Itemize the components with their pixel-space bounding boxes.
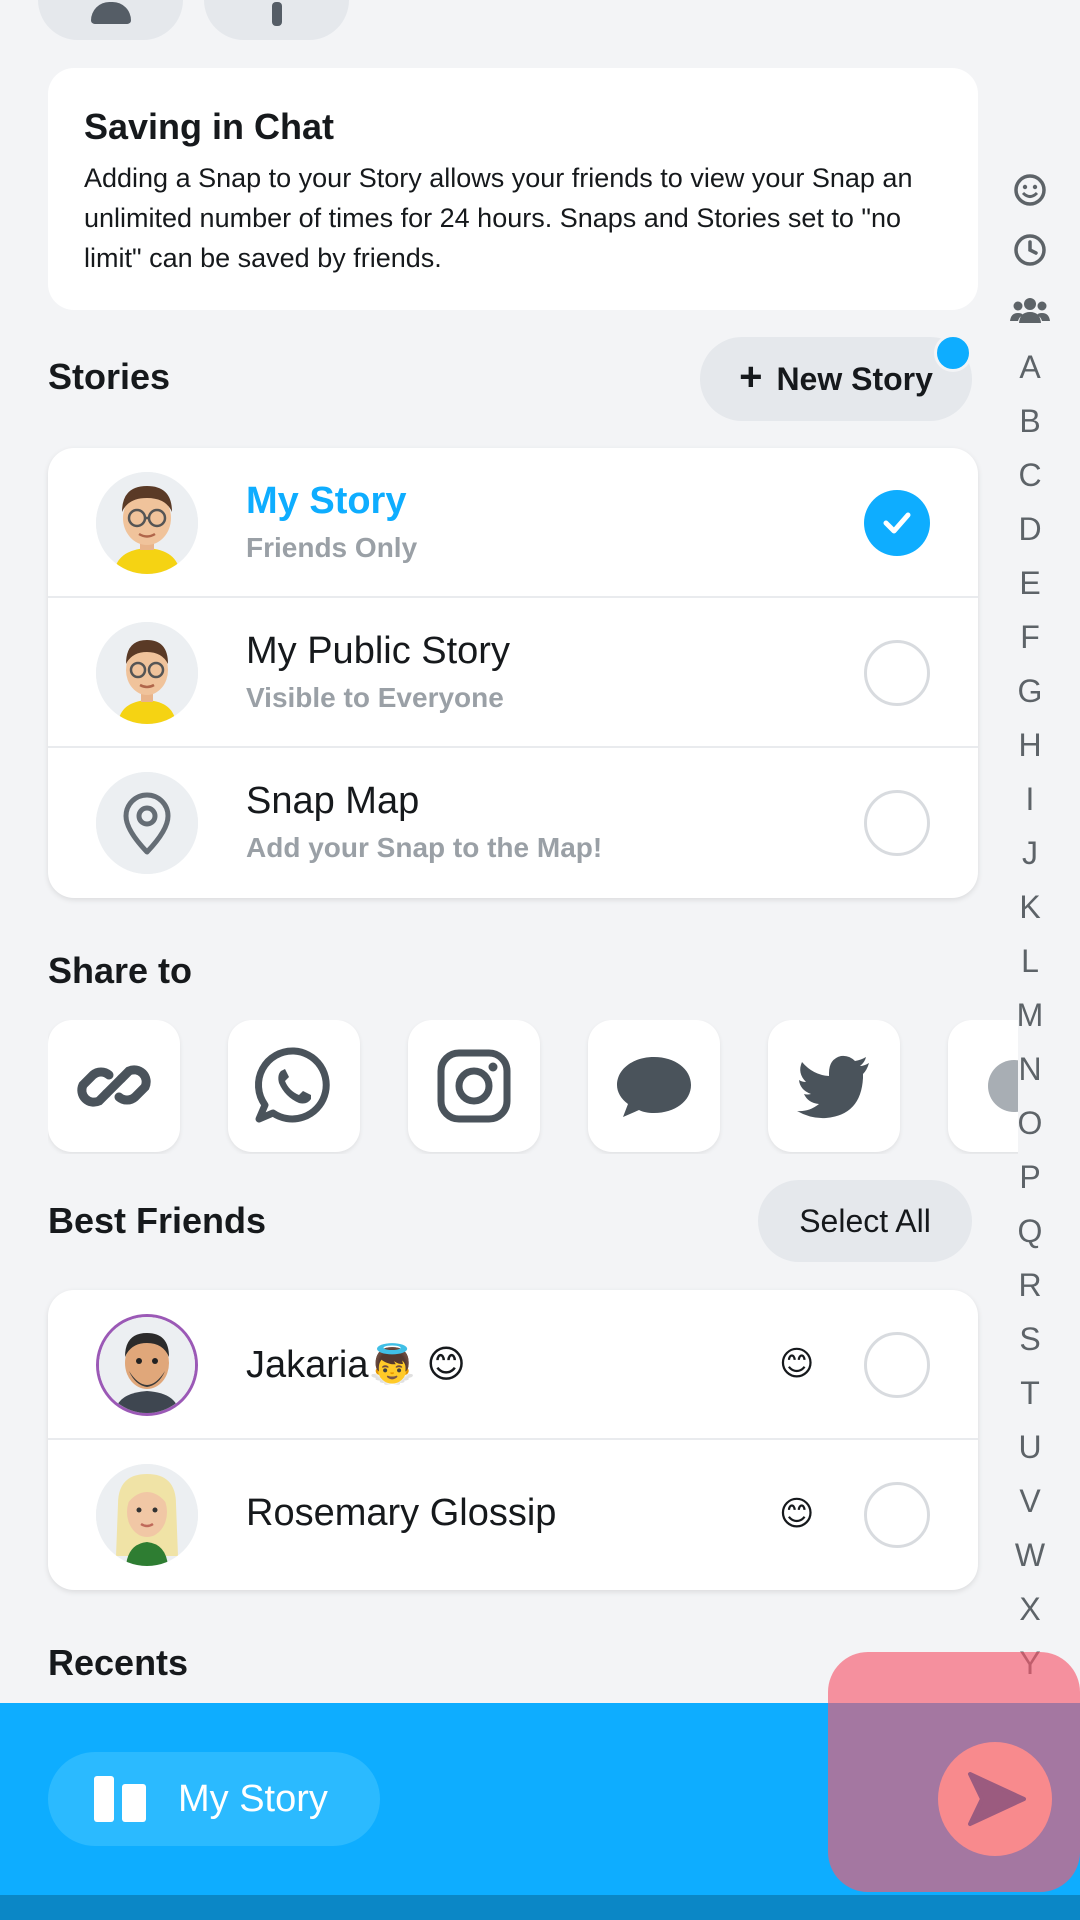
stories-list: My Story Friends Only My Public Story Vi… [48,448,978,898]
share-whatsapp-button[interactable] [228,1020,360,1152]
index-letter[interactable]: A [1019,340,1040,394]
friend-name: Jakaria👼 😊 [246,1344,466,1386]
index-letter[interactable]: X [1019,1582,1040,1636]
plus-icon: + [739,355,763,399]
plus-icon [271,2,282,26]
story-select-checkbox[interactable] [864,790,930,856]
story-stack-icon [94,1776,146,1822]
index-letter[interactable]: V [1019,1474,1040,1528]
bottom-strip [0,1895,1080,1920]
story-select-checkbox[interactable] [864,640,930,706]
index-letter[interactable]: T [1020,1366,1040,1420]
index-letter[interactable]: D [1018,502,1041,556]
story-title: My Public Story [246,630,510,672]
story-subtitle: Visible to Everyone [246,682,504,713]
index-letter[interactable]: B [1019,394,1040,448]
twitter-icon [797,1055,869,1119]
index-letter[interactable]: S [1019,1312,1040,1366]
index-letter[interactable]: O [1018,1096,1043,1150]
best-friends-section-title: Best Friends [48,1200,267,1241]
link-icon [77,1065,151,1107]
friend-emoji: 😊 [779,1495,815,1533]
notification-dot [934,334,972,372]
avatar [96,1314,198,1416]
story-title: My Story [246,480,407,522]
index-letter[interactable]: M [1017,988,1044,1042]
info-title: Saving in Chat [84,106,335,147]
profile-button[interactable] [38,0,183,40]
index-letter[interactable]: F [1020,610,1040,664]
index-letter[interactable]: P [1019,1150,1040,1204]
avatar [96,1464,198,1566]
select-all-label: Select All [799,1202,931,1239]
best-friends-list: Jakaria👼 😊 😊 Rosemary Glossip 😊 [48,1290,978,1590]
share-targets-row [48,1020,1018,1154]
index-letter[interactable]: I [1026,772,1035,826]
send-arrow-icon [968,1772,1026,1826]
person-icon [90,2,131,24]
whatsapp-icon [255,1047,330,1123]
story-title: Snap Map [246,780,420,822]
group-icon[interactable] [1010,280,1050,340]
share-section-title: Share to [48,950,193,991]
smiley-icon[interactable] [1013,160,1047,220]
add-button[interactable] [204,0,349,40]
clock-icon[interactable] [1013,220,1047,280]
map-pin-icon [96,772,198,874]
story-subtitle: Friends Only [246,532,418,563]
friend-emoji: 😊 [779,1345,815,1383]
friend-name: Rosemary Glossip [246,1492,557,1534]
avatar [96,472,198,574]
recents-section-title: Recents [48,1642,189,1683]
checkmark-icon [883,512,911,534]
friend-select-checkbox[interactable] [864,1482,930,1548]
story-row-public-story[interactable]: My Public Story Visible to Everyone [48,598,978,748]
share-instagram-button[interactable] [408,1020,540,1152]
index-letter[interactable]: L [1021,934,1039,988]
share-link-button[interactable] [48,1020,180,1152]
story-row-snap-map[interactable]: Snap Map Add your Snap to the Map! [48,748,978,898]
index-letter[interactable]: R [1018,1258,1041,1312]
new-story-button[interactable]: + New Story [700,337,972,421]
index-letter[interactable]: W [1015,1528,1045,1582]
messages-icon [617,1057,691,1117]
chip-label: My Story [178,1777,328,1820]
new-story-label: New Story [776,360,933,397]
selected-story-chip[interactable]: My Story [48,1752,380,1846]
index-letter[interactable]: N [1018,1042,1041,1096]
share-messages-button[interactable] [588,1020,720,1152]
instagram-icon [437,1049,511,1123]
index-letter[interactable]: E [1019,556,1040,610]
story-subtitle: Add your Snap to the Map! [246,832,603,863]
share-twitter-button[interactable] [768,1020,900,1152]
index-letter[interactable]: C [1018,448,1041,502]
index-letter[interactable]: J [1022,826,1038,880]
select-all-button[interactable]: Select All [758,1180,972,1262]
send-button[interactable] [938,1742,1052,1856]
friend-row[interactable]: Rosemary Glossip 😊 [48,1440,978,1590]
friend-select-checkbox[interactable] [864,1332,930,1398]
avatar [96,622,198,724]
friend-row[interactable]: Jakaria👼 😊 😊 [48,1290,978,1440]
alphabet-index[interactable]: A B C D E F G H I J K L M N O P Q R S T … [1000,160,1060,1690]
index-letter[interactable]: U [1018,1420,1041,1474]
stories-section-title: Stories [48,356,171,397]
index-letter[interactable]: Q [1018,1204,1043,1258]
story-row-my-story[interactable]: My Story Friends Only [48,448,978,598]
info-body: Adding a Snap to your Story allows your … [84,163,913,273]
saving-info-card: Saving in Chat Adding a Snap to your Sto… [48,68,978,310]
story-select-checkbox[interactable] [864,490,930,556]
index-letter[interactable]: H [1018,718,1041,772]
index-letter[interactable]: G [1018,664,1043,718]
index-letter[interactable]: K [1019,880,1040,934]
